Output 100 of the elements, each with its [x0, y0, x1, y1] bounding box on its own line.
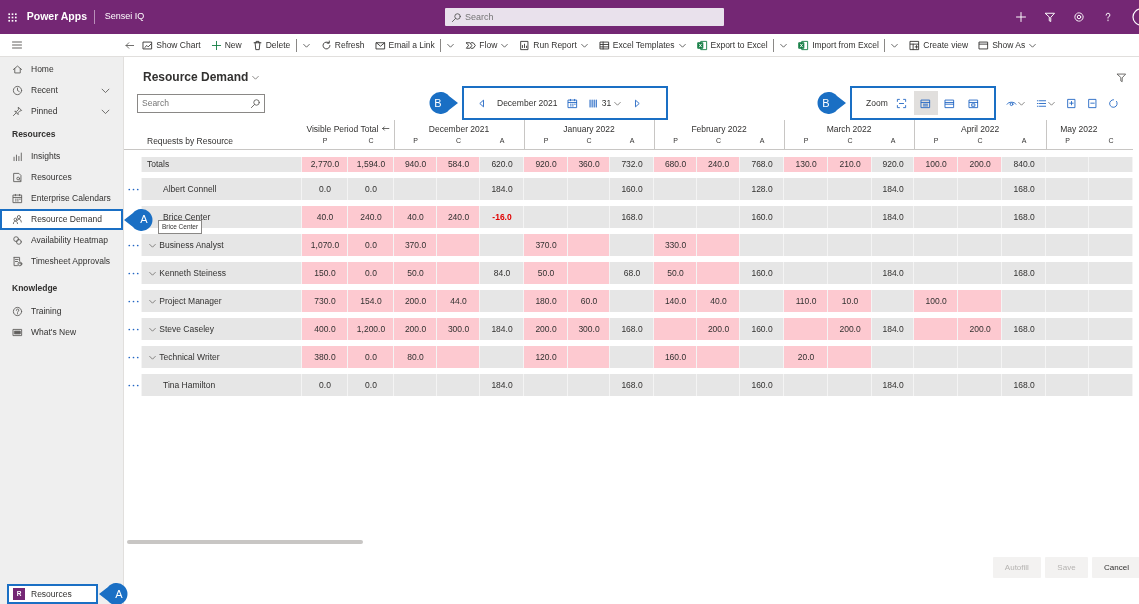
column-group-header: March 2022: [826, 123, 872, 134]
arrow-icon: [380, 124, 390, 134]
row-name: Project Manager: [159, 295, 222, 306]
timesheet-icon: [12, 256, 23, 267]
command-button[interactable]: Excel Templates: [593, 38, 692, 52]
filter-icon: [1044, 11, 1056, 23]
nav-item[interactable]: Timesheet Approvals: [0, 251, 123, 272]
scrollbar[interactable]: [127, 540, 363, 544]
nav-item[interactable]: Enterprise Calendars: [0, 188, 123, 209]
new-icon: [1015, 11, 1027, 23]
window-icon: [978, 39, 990, 51]
column-group-header: February 2022: [691, 123, 747, 134]
command-button[interactable]: Export to Excel: [691, 38, 794, 52]
column-group-header: May 2022: [1060, 123, 1098, 134]
nav-item[interactable]: Training: [0, 300, 123, 322]
command-button[interactable]: Create view: [904, 38, 974, 52]
nav-item[interactable]: Resources: [0, 167, 123, 188]
previous-button[interactable]: [476, 97, 487, 109]
circles-icon: [12, 235, 23, 246]
search-field[interactable]: Search: [445, 8, 724, 26]
people-icon: [12, 214, 23, 225]
spreadsheet-icon: [798, 39, 810, 51]
nav-item[interactable]: Recent: [0, 80, 123, 101]
days-dropdown[interactable]: 31: [588, 96, 623, 110]
nav-item[interactable]: Home: [0, 59, 123, 80]
more-icon[interactable]: [127, 243, 139, 247]
command-button[interactable]: Delete: [246, 38, 316, 52]
chart-icon: [142, 39, 154, 51]
expand-icon: [1066, 97, 1077, 109]
refresh-icon: [1108, 97, 1119, 109]
command-button[interactable]: Import from Excel: [793, 38, 905, 52]
command-button[interactable]: Show Chart: [137, 38, 206, 52]
view-title[interactable]: Resource Demand: [143, 68, 249, 86]
more-icon[interactable]: [127, 327, 139, 331]
settings-icon: [1073, 11, 1085, 23]
column-group-header: December 2021: [428, 123, 490, 134]
previous-icon: [476, 97, 487, 109]
zoom-label: Zoom: [866, 96, 888, 110]
calendar-icon: [968, 97, 980, 109]
plus-icon: [210, 39, 222, 51]
command-button[interactable]: Run Report: [514, 38, 594, 52]
list-dropdown[interactable]: [1036, 97, 1056, 109]
row-name: Kenneth Steiness: [159, 267, 226, 278]
bar-chart-icon: [12, 151, 23, 162]
nav-item[interactable]: Resource Demand: [0, 209, 123, 230]
columns-icon: [588, 97, 600, 109]
command-button[interactable]: Show As: [973, 38, 1043, 52]
nav-item[interactable]: Availability Heatmap: [0, 230, 123, 251]
row-name: Business Analyst: [159, 239, 224, 250]
help-icon: [12, 305, 23, 317]
spreadsheet-icon: [598, 39, 610, 51]
row-name: Totals: [147, 159, 170, 170]
command-button[interactable]: Email a Link: [369, 38, 461, 52]
more-icon[interactable]: [127, 271, 139, 275]
clock-icon: [12, 85, 23, 96]
nav-item[interactable]: Pinned: [0, 101, 123, 122]
more-icon[interactable]: [127, 355, 139, 359]
column-group-header: April 2022: [960, 123, 1000, 134]
app-name[interactable]: Power Apps: [26, 9, 88, 25]
menu-icon: [11, 39, 23, 51]
report-icon: [519, 39, 531, 51]
envelope-icon: [374, 39, 386, 51]
nav-item[interactable]: What's New: [0, 321, 123, 343]
more-icon[interactable]: [127, 299, 139, 303]
trash-icon: [251, 39, 263, 51]
collapse-icon: [1087, 97, 1098, 109]
row-name: Technical Writer: [159, 351, 220, 362]
column-group-header: January 2022: [563, 123, 615, 134]
command-button[interactable]: New: [205, 38, 247, 52]
period-label[interactable]: December 2021: [497, 96, 558, 110]
row-name: Tina Hamilton: [163, 379, 216, 390]
screen-icon: [12, 326, 23, 338]
row-name: Brice Center: [163, 211, 211, 222]
nav-item[interactable]: Insights: [0, 146, 123, 167]
zoom-level-button[interactable]: [914, 91, 938, 115]
more-icon[interactable]: [127, 187, 139, 191]
spreadsheet-icon: [696, 39, 708, 51]
environment-name: Sensei IQ: [93, 10, 145, 24]
pin-icon: [12, 106, 23, 117]
command-button[interactable]: Refresh: [315, 38, 370, 52]
column-header: Requests by Resource: [147, 136, 233, 147]
flow-icon: [465, 39, 477, 51]
avatar-icon[interactable]: [1131, 8, 1139, 26]
fit-icon: [896, 97, 908, 109]
app-launcher-icon: [6, 11, 18, 23]
column-group-header: Visible Period Total: [306, 123, 390, 134]
document-icon: [12, 172, 23, 183]
more-icon[interactable]: [127, 383, 139, 387]
row-name: Steve Caseley: [159, 323, 215, 334]
home-icon: [12, 64, 23, 75]
footer-button[interactable]: Cancel: [1092, 557, 1139, 578]
command-button[interactable]: Flow: [460, 38, 515, 52]
filter-icon: [1116, 71, 1127, 83]
table-icon: [909, 39, 921, 51]
calendar-icon: [920, 97, 932, 109]
search-field[interactable]: Search: [137, 93, 265, 113]
calendar-icon: [12, 193, 23, 204]
calendar-icon: [567, 97, 579, 109]
back-icon: [124, 39, 135, 51]
row-name: Albert Connell: [163, 183, 217, 194]
